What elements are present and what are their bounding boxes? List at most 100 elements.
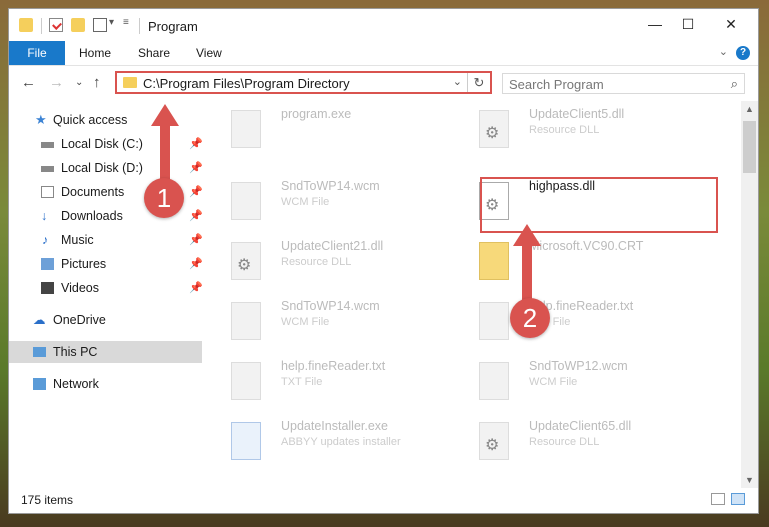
- sidebar-item-label: Local Disk (D:): [61, 161, 143, 175]
- gear-icon: ⚙: [485, 437, 500, 454]
- star-icon: ★: [35, 112, 47, 127]
- address-bar[interactable]: C:\Program Files\Program Directory ⌄ ↻: [115, 71, 492, 94]
- file-item[interactable]: Microsoft.VC90.CRT: [461, 237, 691, 285]
- vertical-scrollbar[interactable]: ▲ ▼: [741, 101, 758, 488]
- scroll-down-icon[interactable]: ▼: [741, 472, 758, 488]
- properties-icon[interactable]: [49, 18, 63, 32]
- address-path: C:\Program Files\Program Directory: [143, 76, 350, 91]
- search-input[interactable]: Search Program ⌕: [502, 73, 745, 94]
- quick-access-dropdown-icon[interactable]: ≡: [123, 17, 129, 28]
- sidebar-item-label: Videos: [61, 281, 99, 295]
- tab-file[interactable]: File: [9, 41, 65, 65]
- network-icon: [33, 378, 46, 390]
- folder-icon: [19, 18, 33, 32]
- file-icon: [479, 302, 509, 340]
- recent-locations-icon[interactable]: ⌄: [75, 77, 83, 88]
- file-item[interactable]: UpdateInstaller.exe ABBYY updates instal…: [213, 417, 443, 465]
- file-item[interactable]: help.fineReader.txt TXT File: [213, 357, 443, 405]
- window-title: Program: [148, 19, 198, 34]
- expand-ribbon-icon[interactable]: ⌄: [719, 45, 728, 58]
- item-count: 175 items: [21, 493, 74, 507]
- file-name: SndToWP14.wcm: [281, 179, 380, 193]
- status-bar: 175 items: [9, 487, 758, 513]
- pin-icon[interactable]: 📌: [189, 181, 203, 203]
- file-type: Resource DLL: [281, 256, 352, 268]
- computer-icon: [33, 347, 46, 357]
- up-button[interactable]: ↑: [93, 74, 101, 91]
- back-button[interactable]: ←: [21, 74, 36, 91]
- music-icon: ♪: [42, 233, 49, 247]
- file-type: ABBYY updates installer: [281, 436, 401, 448]
- step-1-badge: 1: [144, 178, 184, 218]
- customize-toolbar-icon[interactable]: [93, 18, 107, 32]
- forward-button[interactable]: →: [49, 74, 64, 91]
- sidebar-item-local-disk-c[interactable]: Local Disk (C:) 📌: [9, 133, 203, 155]
- file-type: WCM File: [281, 316, 330, 328]
- scroll-thumb[interactable]: [743, 121, 756, 173]
- sidebar-item-pictures[interactable]: Pictures 📌: [9, 253, 203, 275]
- file-item[interactable]: help.fineReader.txt TXT File: [461, 297, 691, 345]
- sidebar-item-label: Downloads: [61, 209, 123, 223]
- minimize-button[interactable]: —: [641, 13, 669, 35]
- close-button[interactable]: ✕: [717, 13, 745, 35]
- file-item[interactable]: program.exe: [213, 105, 443, 153]
- sidebar-item-onedrive[interactable]: ☁ OneDrive: [9, 309, 202, 331]
- new-folder-icon[interactable]: [71, 18, 85, 32]
- sidebar-item-music[interactable]: ♪ Music 📌: [9, 229, 203, 251]
- arrow-2-shaft: [522, 244, 532, 300]
- refresh-button[interactable]: ↻: [467, 73, 490, 92]
- sidebar-item-this-pc[interactable]: This PC: [9, 341, 202, 363]
- sidebar-item-label: Documents: [61, 185, 125, 199]
- file-list: program.exe ⚙ UpdateClient5.dll Resource…: [213, 101, 740, 488]
- details-view-icon[interactable]: [711, 493, 725, 505]
- arrow-1-head: [151, 104, 179, 126]
- large-icons-view-icon[interactable]: [731, 493, 745, 505]
- arrow-1-shaft: [160, 124, 170, 180]
- sidebar-item-label: Music: [61, 233, 94, 247]
- sidebar-item-videos[interactable]: Videos 📌: [9, 277, 203, 299]
- exe-file-icon: [231, 110, 261, 148]
- scroll-up-icon[interactable]: ▲: [741, 101, 758, 117]
- download-icon: ↓: [41, 209, 48, 223]
- file-icon: [231, 302, 261, 340]
- drive-icon: [41, 166, 54, 172]
- file-name: SndToWP14.wcm: [281, 299, 380, 313]
- file-item[interactable]: SndToWP14.wcm WCM File: [213, 177, 443, 225]
- pin-icon[interactable]: 📌: [189, 205, 203, 227]
- pin-icon[interactable]: 📌: [189, 277, 203, 299]
- file-item[interactable]: ⚙ UpdateClient21.dll Resource DLL: [213, 237, 443, 285]
- pin-icon[interactable]: 📌: [189, 229, 203, 251]
- chevron-down-icon[interactable]: ▾: [109, 17, 114, 28]
- file-item[interactable]: SndToWP12.wcm WCM File: [461, 357, 691, 405]
- title-bar: ▾ ≡ Program — ☐ ✕: [9, 9, 758, 41]
- file-item[interactable]: SndToWP14.wcm WCM File: [213, 297, 443, 345]
- help-icon[interactable]: ?: [736, 46, 750, 60]
- tab-home[interactable]: Home: [79, 41, 111, 65]
- cloud-icon: ☁: [33, 313, 46, 327]
- file-explorer-window: ▾ ≡ Program — ☐ ✕ File Home Share View ⌄…: [8, 8, 759, 514]
- file-item[interactable]: ⚙ UpdateClient65.dll Resource DLL: [461, 417, 691, 465]
- sidebar-item-label: Local Disk (C:): [61, 137, 143, 151]
- file-name: program.exe: [281, 107, 352, 121]
- file-type: WCM File: [281, 196, 330, 208]
- navigation-pane: ★ Quick access Local Disk (C:) 📌 Local D…: [9, 101, 205, 488]
- maximize-button[interactable]: ☐: [674, 13, 702, 35]
- step-2-badge: 2: [510, 298, 550, 338]
- pin-icon[interactable]: 📌: [189, 253, 203, 275]
- sidebar-item-local-disk-d[interactable]: Local Disk (D:) 📌: [9, 157, 203, 179]
- sidebar-item-label: This PC: [53, 345, 98, 359]
- sidebar-item-label: Pictures: [61, 257, 107, 271]
- file-name: UpdateInstaller.exe: [281, 419, 389, 433]
- sidebar-item-network[interactable]: Network: [9, 373, 202, 395]
- file-type: WCM File: [529, 376, 578, 388]
- dll-file-icon: ⚙: [479, 110, 509, 148]
- file-type: TXT File: [281, 376, 323, 388]
- search-icon[interactable]: ⌕: [731, 76, 738, 92]
- gear-icon: ⚙: [237, 257, 252, 274]
- pin-icon[interactable]: 📌: [189, 133, 203, 155]
- tab-view[interactable]: View: [196, 41, 222, 65]
- pin-icon[interactable]: 📌: [189, 157, 203, 179]
- tab-share[interactable]: Share: [138, 41, 170, 65]
- chevron-down-icon[interactable]: ⌄: [453, 75, 462, 88]
- file-item[interactable]: ⚙ UpdateClient5.dll Resource DLL: [461, 105, 691, 153]
